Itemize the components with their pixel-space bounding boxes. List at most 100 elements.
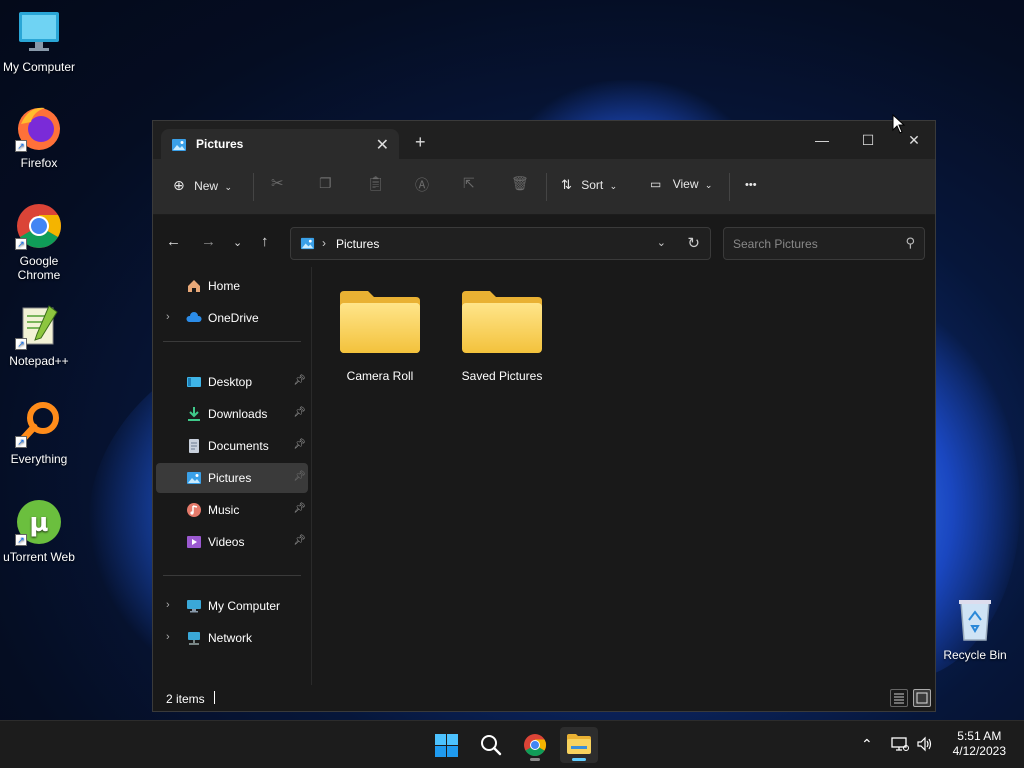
nav-label: Desktop: [208, 375, 253, 389]
nav-label: Music: [208, 503, 240, 517]
recycle-bin-icon: [951, 596, 999, 644]
desktop-icon-firefox[interactable]: ↗ Firefox: [0, 104, 78, 170]
shortcut-arrow-icon: ↗: [15, 338, 27, 350]
desktop-icon-label: Everything: [10, 452, 68, 466]
document-icon: [186, 438, 202, 454]
taskbar-file-explorer[interactable]: [560, 727, 598, 763]
share-icon[interactable]: ⇱: [463, 175, 475, 192]
nav-label: Home: [208, 279, 241, 293]
pane-divider[interactable]: [311, 267, 312, 687]
nav-item-my-computer[interactable]: › My Computer: [156, 591, 308, 621]
nav-item-desktop[interactable]: Desktop 📌︎: [156, 367, 308, 397]
nav-item-home[interactable]: Home: [156, 271, 308, 301]
chevron-right-icon[interactable]: ›: [166, 631, 170, 643]
file-view: Camera Roll Saved Pictures: [313, 267, 935, 687]
back-arrow-icon[interactable]: ←: [166, 233, 181, 250]
volume-icon[interactable]: [916, 736, 934, 755]
divider: [163, 341, 301, 342]
chevron-down-icon: ⌄: [609, 181, 618, 191]
rename-icon[interactable]: Ⓐ: [415, 175, 429, 195]
nav-label: My Computer: [208, 599, 281, 613]
up-arrow-icon[interactable]: ↑: [261, 233, 269, 250]
pictures-icon: [171, 137, 187, 156]
network-status-icon[interactable]: [891, 736, 909, 755]
maximize-icon[interactable]: ☐: [845, 127, 891, 153]
nav-item-documents[interactable]: Documents 📌︎: [156, 431, 308, 461]
pin-icon[interactable]: 📌︎: [293, 375, 306, 386]
more-options-icon[interactable]: •••: [745, 179, 757, 191]
details-view-icon[interactable]: [890, 689, 908, 707]
pin-icon[interactable]: 📌︎: [293, 471, 306, 482]
search-placeholder: Search Pictures: [733, 237, 818, 251]
folder-item-camera-roll[interactable]: Camera Roll: [325, 289, 435, 399]
sort-button[interactable]: ⇅ Sort ⌄: [561, 177, 617, 193]
new-button[interactable]: ⊕ New ⌄: [173, 177, 232, 194]
close-tab-icon[interactable]: ✕: [376, 135, 389, 155]
forward-arrow-icon[interactable]: →: [201, 233, 216, 250]
cut-icon[interactable]: ✂: [271, 174, 284, 192]
refresh-icon[interactable]: ↻: [687, 234, 700, 252]
pin-icon[interactable]: 📌︎: [293, 535, 306, 546]
nav-item-onedrive[interactable]: › OneDrive: [156, 303, 308, 333]
view-icon: ▭: [650, 177, 662, 191]
monitor-icon: [186, 598, 202, 614]
start-button[interactable]: [427, 727, 465, 763]
command-bar: ⊕ New ⌄ ✂ ❐ 📋︎ Ⓐ ⇱ 🗑︎ ⇅ Sort ⌄ ▭ View ⌄ …: [153, 159, 935, 215]
desktop-icon-label: My Computer: [2, 60, 76, 74]
pin-icon[interactable]: 📌︎: [293, 503, 306, 514]
firefox-icon: ↗: [15, 104, 63, 152]
chevron-right-icon[interactable]: ›: [166, 599, 170, 611]
magnifier-icon: ↗: [15, 400, 63, 448]
desktop-icon-utorrent[interactable]: µ ↗ uTorrent Web: [0, 498, 78, 564]
desktop-icon-everything[interactable]: ↗ Everything: [0, 400, 78, 466]
chevron-right-icon[interactable]: ›: [166, 311, 170, 323]
svg-text:µ: µ: [29, 508, 48, 538]
pictures-icon: [186, 470, 202, 486]
breadcrumb-pictures[interactable]: Pictures: [336, 237, 379, 251]
desktop-icon-recycle-bin[interactable]: Recycle Bin: [936, 596, 1014, 662]
title-bar[interactable]: Pictures ✕ + — ☐ ✕: [153, 121, 935, 159]
nav-item-videos[interactable]: Videos 📌︎: [156, 527, 308, 557]
copy-icon[interactable]: ❐: [319, 175, 332, 192]
divider: [546, 173, 547, 201]
nav-item-pictures[interactable]: Pictures 📌︎: [156, 463, 308, 493]
desktop-icon-my-computer[interactable]: My Computer: [0, 8, 78, 74]
nav-label: Videos: [208, 535, 245, 549]
address-bar[interactable]: › Pictures ⌄ ↻: [290, 227, 711, 260]
new-tab-icon[interactable]: +: [415, 133, 426, 151]
shortcut-arrow-icon: ↗: [15, 140, 27, 152]
minimize-icon[interactable]: —: [799, 127, 845, 153]
recent-locations-chevron-icon[interactable]: ⌄: [233, 236, 242, 249]
divider: [163, 575, 301, 576]
pin-icon[interactable]: 📌︎: [293, 439, 306, 450]
desktop-icon-label: Notepad++: [9, 354, 69, 368]
paste-icon[interactable]: 📋︎: [367, 175, 385, 192]
nav-item-music[interactable]: Music 📌︎: [156, 495, 308, 525]
large-icons-view-icon[interactable]: [913, 689, 931, 707]
nav-label: Downloads: [208, 407, 268, 421]
nav-item-downloads[interactable]: Downloads 📌︎: [156, 399, 308, 429]
tab-pictures[interactable]: Pictures ✕: [161, 129, 399, 159]
chevron-down-icon[interactable]: ⌄: [657, 236, 666, 249]
show-hidden-icons-chevron-icon[interactable]: ⌃: [861, 736, 873, 753]
nav-item-network[interactable]: › Network: [156, 623, 308, 653]
active-indicator: [572, 758, 586, 761]
nav-label: Network: [208, 631, 253, 645]
shortcut-arrow-icon: ↗: [15, 436, 27, 448]
system-clock[interactable]: 5:51 AM 4/12/2023: [953, 729, 1006, 759]
search-button[interactable]: [472, 727, 510, 763]
search-box[interactable]: Search Pictures ⚲: [723, 227, 925, 260]
delete-icon[interactable]: 🗑︎: [511, 175, 529, 192]
breadcrumb-separator-icon: ›: [322, 236, 326, 250]
folder-item-saved-pictures[interactable]: Saved Pictures: [447, 289, 557, 399]
view-button[interactable]: ▭ View ⌄: [650, 177, 712, 191]
pin-icon[interactable]: 📌︎: [293, 407, 306, 418]
status-bar: 2 items: [153, 685, 935, 711]
chrome-icon: [523, 733, 547, 760]
taskbar-chrome[interactable]: [516, 727, 554, 763]
chrome-icon: ↗: [15, 202, 63, 250]
desktop-icon-chrome[interactable]: ↗ Google Chrome: [0, 202, 78, 282]
view-label: View: [672, 177, 699, 191]
desktop-icon-notepadpp[interactable]: ↗ Notepad++: [0, 302, 78, 368]
sort-label: Sort: [581, 178, 604, 192]
